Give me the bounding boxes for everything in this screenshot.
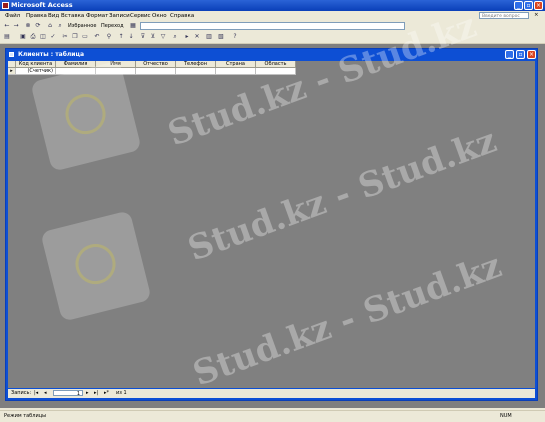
table-window-title: Клиенты : таблица [18, 51, 85, 58]
table-cell[interactable] [136, 68, 176, 75]
database-window-icon[interactable]: ▥ [206, 34, 212, 40]
search-web-icon[interactable]: ⌕ [57, 23, 63, 29]
insert-hyperlink-icon[interactable]: ⚲ [106, 34, 112, 40]
goto-menu[interactable]: Переход [101, 23, 124, 29]
next-record-button[interactable]: ▸ [86, 390, 89, 396]
table-minimize-button[interactable]: _ [505, 50, 514, 59]
favorites-menu[interactable]: Избранное [68, 23, 96, 29]
cut-icon[interactable]: ✂ [62, 34, 68, 40]
stop-icon[interactable]: ⊗ [25, 23, 31, 29]
table-cell[interactable] [216, 68, 256, 75]
paste-icon[interactable]: ▭ [82, 34, 88, 40]
view-icon[interactable]: ▤ [4, 34, 10, 40]
menu-insert[interactable]: Вставка [61, 13, 84, 19]
last-record-button[interactable]: ▸| [94, 390, 98, 396]
copy-icon[interactable]: ❐ [72, 34, 78, 40]
minimize-button[interactable]: _ [514, 1, 523, 10]
column-header[interactable]: Страна [216, 61, 256, 68]
column-header[interactable]: Код клиента [16, 61, 56, 68]
app-title: Microsoft Access [11, 1, 73, 9]
sort-ascending-icon[interactable]: ↑ [118, 34, 124, 40]
apply-filter-icon[interactable]: ▽ [160, 34, 166, 40]
access-app-icon[interactable] [2, 2, 9, 9]
column-header[interactable]: Область [256, 61, 296, 68]
record-count: из 1 [116, 390, 127, 396]
undo-icon[interactable]: ↶ [94, 34, 100, 40]
delete-record-icon[interactable]: ✕ [194, 34, 200, 40]
new-record-selector[interactable]: ▸ [8, 68, 16, 75]
maximize-button[interactable]: ▫ [524, 1, 533, 10]
record-number-input[interactable]: 1 [53, 390, 83, 397]
refresh-icon[interactable]: ⟳ [35, 23, 41, 29]
save-icon[interactable]: ▣ [20, 34, 26, 40]
record-navigation: Запись: |◂ ◂ 1 ▸ ▸| ▸* из 1 [8, 389, 535, 398]
close-button[interactable]: × [534, 1, 543, 10]
status-bar: Режим таблицы NUM [0, 410, 545, 422]
preview-icon[interactable]: ◫ [40, 34, 46, 40]
menu-help[interactable]: Справка [170, 13, 194, 19]
nav-label: Запись: [11, 390, 32, 396]
previous-record-button[interactable]: ◂ [44, 390, 47, 396]
sort-descending-icon[interactable]: ↓ [128, 34, 134, 40]
menu-format[interactable]: Формат [86, 13, 108, 19]
table-close-button[interactable]: × [527, 50, 536, 59]
back-icon[interactable]: ← [4, 23, 10, 29]
status-text: Режим таблицы [4, 413, 47, 419]
show-web-toolbar-icon[interactable]: ▦ [130, 23, 136, 29]
find-icon[interactable]: ⌕ [172, 34, 178, 40]
menu-records[interactable]: Записи [109, 13, 130, 19]
new-record-nav-button[interactable]: ▸* [104, 390, 109, 396]
menu-view[interactable]: Вид [48, 13, 59, 19]
menu-file[interactable]: Файл [5, 13, 20, 19]
spelling-icon[interactable]: ✓ [50, 34, 56, 40]
table-maximize-button[interactable]: ▫ [516, 50, 525, 59]
help-search-input[interactable]: Введите вопрос [479, 12, 529, 19]
menu-tools[interactable]: Сервис [130, 13, 151, 19]
column-header[interactable]: Отчество [136, 61, 176, 68]
menu-edit[interactable]: Правка [26, 13, 47, 19]
forward-icon[interactable]: → [13, 23, 19, 29]
new-record-icon[interactable]: ▸ [184, 34, 190, 40]
row-selector-header[interactable] [8, 61, 16, 68]
column-header[interactable]: Телефон [176, 61, 216, 68]
new-object-icon[interactable]: ▧ [218, 34, 224, 40]
menu-window[interactable]: Окно [152, 13, 167, 19]
table-icon [9, 52, 14, 57]
table-cell[interactable]: (Счетчик) [16, 68, 56, 75]
filter-by-form-icon[interactable]: ⊻ [150, 34, 156, 40]
num-lock-indicator: NUM [500, 413, 512, 419]
address-input[interactable] [140, 22, 405, 30]
print-icon[interactable]: ⎙ [30, 34, 36, 40]
help-icon[interactable]: ? [232, 34, 238, 40]
doc-close-icon[interactable]: × [534, 12, 539, 18]
filter-by-selection-icon[interactable]: ⊽ [140, 34, 146, 40]
home-icon[interactable]: ⌂ [47, 23, 53, 29]
first-record-button[interactable]: |◂ [34, 390, 38, 396]
table-cell[interactable] [176, 68, 216, 75]
